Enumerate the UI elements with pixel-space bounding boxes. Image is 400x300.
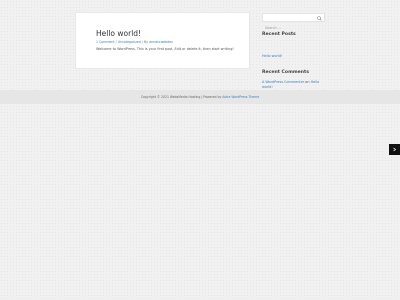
recent-comments-title: Recent Comments bbox=[262, 70, 309, 75]
comment-author-link[interactable]: A WordPress Commenter bbox=[262, 80, 304, 84]
author-link[interactable]: wmixtcwebdev bbox=[149, 40, 173, 44]
post-card: Hello world! 1 Comment / Uncategorized /… bbox=[75, 12, 250, 69]
search-form bbox=[262, 13, 325, 32]
recent-posts-list: Hello world! bbox=[262, 42, 326, 61]
post-title[interactable]: Hello world! bbox=[96, 29, 249, 38]
recent-post-item[interactable]: Hello world! bbox=[262, 54, 282, 58]
search-input[interactable] bbox=[263, 24, 313, 32]
comments-link[interactable]: 1 Comment bbox=[96, 40, 115, 44]
search-icon[interactable] bbox=[316, 15, 322, 21]
post-excerpt: Welcome to WordPress. This is your first… bbox=[96, 47, 234, 51]
chevron-icon[interactable] bbox=[389, 144, 400, 155]
category-link[interactable]: Uncategorized bbox=[118, 40, 141, 44]
recent-comment-item: A WordPress Commenter on Hello world! bbox=[262, 80, 326, 90]
theme-link[interactable]: Astra WordPress Theme bbox=[222, 95, 259, 99]
recent-posts-title: Recent Posts bbox=[262, 32, 296, 37]
footer-copyright: Copyright © 2021 WebsMedia Hosting | Pow… bbox=[0, 95, 400, 99]
sidebar: Recent Posts Hello world! Recent Comment… bbox=[262, 13, 326, 90]
meta-by-label: / By bbox=[140, 40, 150, 44]
post-meta: 1 Comment / Uncategorized / By wmixtcweb… bbox=[96, 40, 249, 44]
copyright-text: Copyright © 2021 WebsMedia Hosting | Pow… bbox=[140, 95, 223, 99]
